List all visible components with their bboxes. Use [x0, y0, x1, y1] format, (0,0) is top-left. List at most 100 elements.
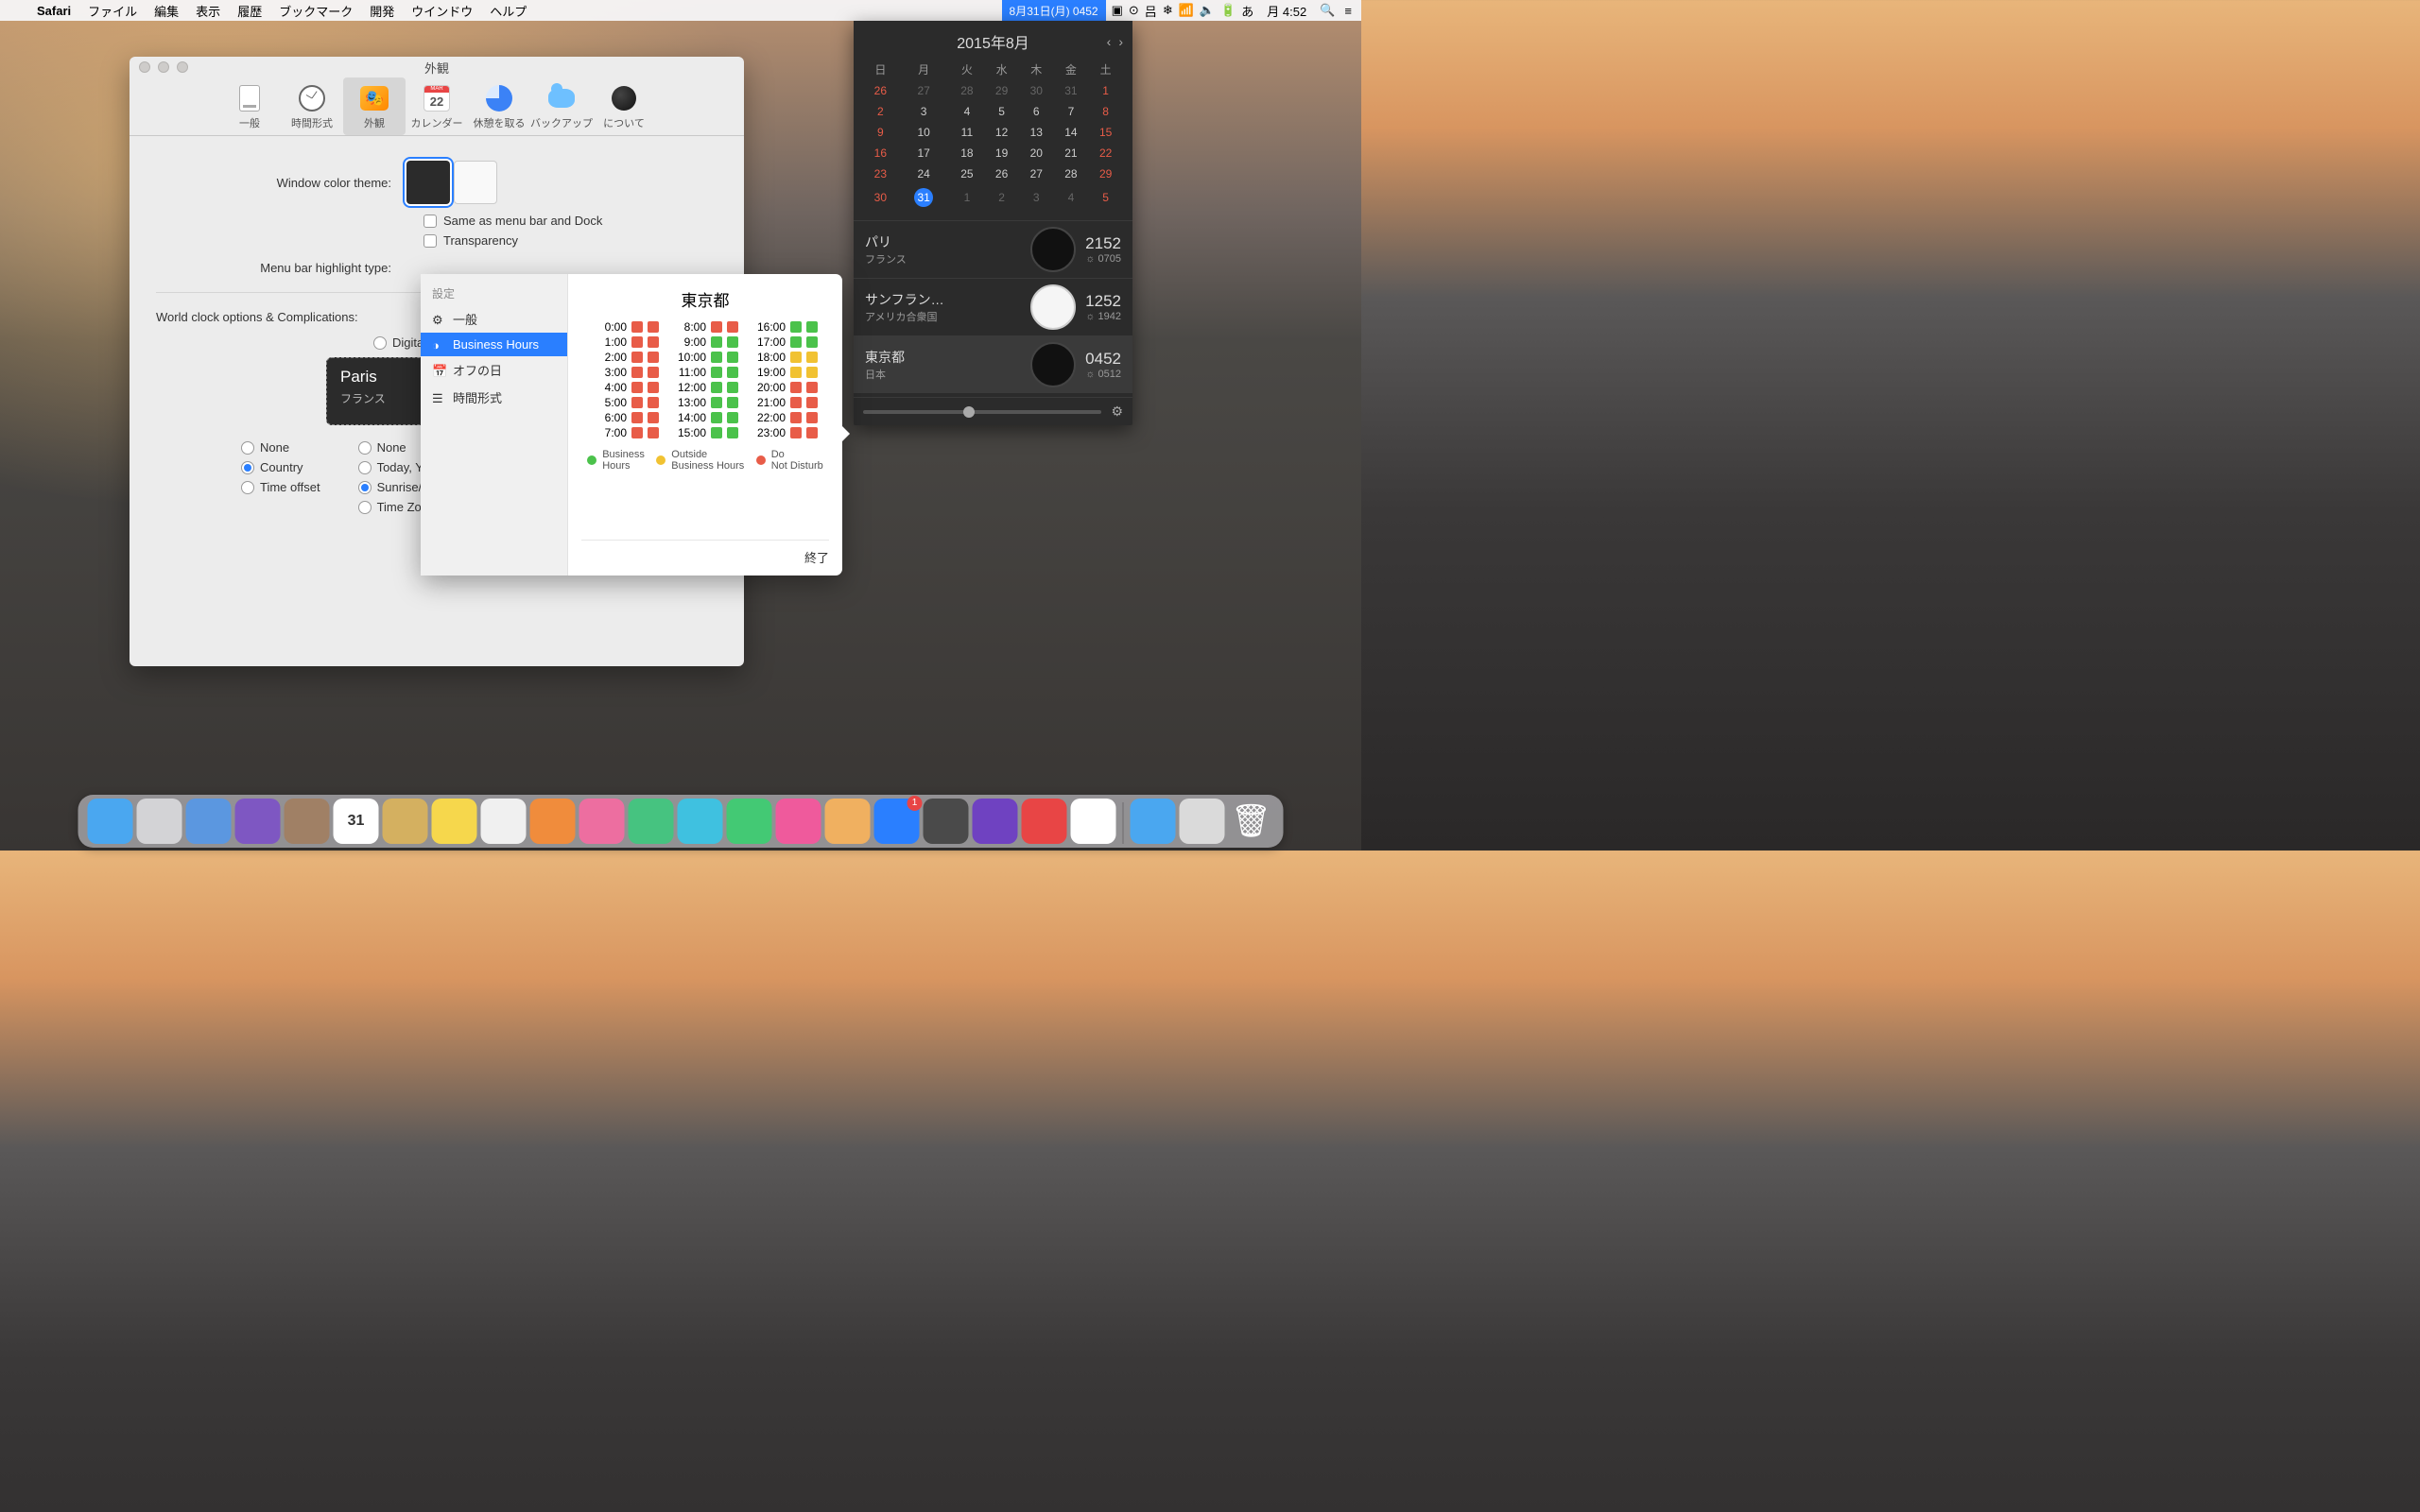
hour-row[interactable]: 8:00 — [672, 320, 738, 334]
hour-row[interactable]: 17:00 — [752, 335, 818, 349]
menu-bookmarks[interactable]: ブックマーク — [270, 2, 361, 20]
calendar-day[interactable]: 27 — [898, 80, 950, 101]
radio-option[interactable]: None — [241, 440, 320, 455]
world-clock-row[interactable]: パリフランス2152☼ 0705 — [854, 220, 1132, 278]
hour-block[interactable] — [648, 336, 659, 348]
dock-app[interactable] — [432, 799, 477, 844]
hour-row[interactable]: 19:00 — [752, 366, 818, 379]
calendar-day[interactable]: 27 — [1019, 163, 1054, 184]
spotlight-icon[interactable]: 🔍 — [1314, 3, 1340, 18]
hour-block[interactable] — [727, 382, 738, 393]
sidebar-item[interactable]: 📅オフの日 — [421, 356, 567, 384]
hour-block[interactable] — [631, 352, 643, 363]
hour-block[interactable] — [648, 352, 659, 363]
dock-app[interactable] — [1131, 799, 1176, 844]
calendar-day[interactable]: 19 — [984, 143, 1019, 163]
hour-row[interactable]: 4:00 — [593, 381, 659, 394]
tray-icon[interactable]: ❄ — [1163, 3, 1173, 18]
hour-block[interactable] — [711, 427, 722, 438]
calendar-day[interactable]: 15 — [1088, 122, 1123, 143]
calendar-day[interactable]: 12 — [984, 122, 1019, 143]
hour-block[interactable] — [727, 397, 738, 408]
tray-icon[interactable]: ⊙ — [1129, 3, 1139, 18]
menu-view[interactable]: 表示 — [187, 2, 229, 20]
ime-icon[interactable]: あ — [1241, 2, 1253, 20]
dock-app[interactable] — [1071, 799, 1116, 844]
sidebar-item[interactable]: ☰時間形式 — [421, 384, 567, 411]
hour-row[interactable]: 20:00 — [752, 381, 818, 394]
hour-block[interactable] — [790, 427, 802, 438]
hour-row[interactable]: 6:00 — [593, 411, 659, 424]
calendar-day[interactable]: 16 — [863, 143, 898, 163]
sidebar-item[interactable]: ◑Business Hours — [421, 333, 567, 356]
hour-block[interactable] — [727, 427, 738, 438]
hour-block[interactable] — [711, 321, 722, 333]
hour-block[interactable] — [648, 382, 659, 393]
radio-option[interactable]: Time offset — [241, 480, 320, 494]
menu-file[interactable]: ファイル — [79, 2, 146, 20]
window-titlebar[interactable]: 外観 — [130, 57, 744, 77]
hour-block[interactable] — [790, 336, 802, 348]
dock-app[interactable] — [383, 799, 428, 844]
hour-block[interactable] — [727, 367, 738, 378]
prev-month-button[interactable]: ‹ — [1107, 34, 1112, 49]
dock-app[interactable] — [235, 799, 281, 844]
hour-block[interactable] — [711, 412, 722, 423]
calendar-day[interactable]: 26 — [863, 80, 898, 101]
hour-row[interactable]: 10:00 — [672, 351, 738, 364]
menu-window[interactable]: ウインドウ — [403, 2, 481, 20]
hour-block[interactable] — [711, 367, 722, 378]
tray-icon[interactable]: 吕 — [1145, 2, 1157, 20]
calendar-day[interactable]: 1 — [950, 184, 985, 211]
calendar-day[interactable]: 17 — [898, 143, 950, 163]
tab-backup[interactable]: バックアップ — [530, 77, 593, 135]
calendar-day[interactable]: 9 — [863, 122, 898, 143]
dock-app[interactable] — [973, 799, 1018, 844]
hour-block[interactable] — [806, 412, 818, 423]
hour-block[interactable] — [648, 367, 659, 378]
tab-about[interactable]: について — [593, 77, 655, 135]
wifi-icon[interactable]: 📶 — [1179, 3, 1194, 18]
hour-row[interactable]: 7:00 — [593, 426, 659, 439]
menu-develop[interactable]: 開発 — [361, 2, 403, 20]
calendar-day[interactable]: 30 — [863, 184, 898, 211]
menu-help[interactable]: ヘルプ — [481, 2, 535, 20]
hour-block[interactable] — [790, 382, 802, 393]
hour-block[interactable] — [727, 336, 738, 348]
menu-history[interactable]: 履歴 — [229, 2, 270, 20]
hour-block[interactable] — [631, 367, 643, 378]
checkbox-same-as-menubar[interactable]: Same as menu bar and Dock — [424, 214, 717, 228]
calendar-day[interactable]: 31 — [898, 184, 950, 211]
notification-center-icon[interactable]: ≡ — [1340, 4, 1361, 18]
quit-button[interactable]: 終了 — [804, 551, 829, 565]
hour-row[interactable]: 12:00 — [672, 381, 738, 394]
tray-icon[interactable]: ▣ — [1112, 3, 1123, 18]
dock-app[interactable] — [727, 799, 772, 844]
menubar-app-name[interactable]: Safari — [28, 4, 79, 18]
dock-app[interactable] — [678, 799, 723, 844]
calendar-day[interactable]: 4 — [1054, 184, 1089, 211]
hour-row[interactable]: 23:00 — [752, 426, 818, 439]
hour-row[interactable]: 0:00 — [593, 320, 659, 334]
hour-row[interactable]: 9:00 — [672, 335, 738, 349]
calendar-day[interactable]: 29 — [1088, 163, 1123, 184]
hour-block[interactable] — [806, 336, 818, 348]
hour-row[interactable]: 18:00 — [752, 351, 818, 364]
hour-row[interactable]: 22:00 — [752, 411, 818, 424]
hour-block[interactable] — [727, 321, 738, 333]
dock-app[interactable] — [88, 799, 133, 844]
dock-app[interactable] — [186, 799, 232, 844]
dock-app[interactable] — [579, 799, 625, 844]
calendar-day[interactable]: 3 — [1019, 184, 1054, 211]
dock-app[interactable] — [285, 799, 330, 844]
theme-light-swatch[interactable] — [454, 161, 497, 204]
world-clock-row[interactable]: 東京都日本0452☼ 0512 — [854, 335, 1132, 393]
dock-app[interactable] — [481, 799, 527, 844]
calendar-day[interactable]: 21 — [1054, 143, 1089, 163]
dock-app[interactable]: 1 — [874, 799, 920, 844]
menubar-date-pill[interactable]: 8月31日(月) 0452 — [1002, 0, 1106, 21]
gear-icon[interactable]: ⚙ — [1111, 404, 1123, 420]
hour-block[interactable] — [648, 427, 659, 438]
calendar-day[interactable]: 7 — [1054, 101, 1089, 122]
next-month-button[interactable]: › — [1118, 34, 1123, 49]
